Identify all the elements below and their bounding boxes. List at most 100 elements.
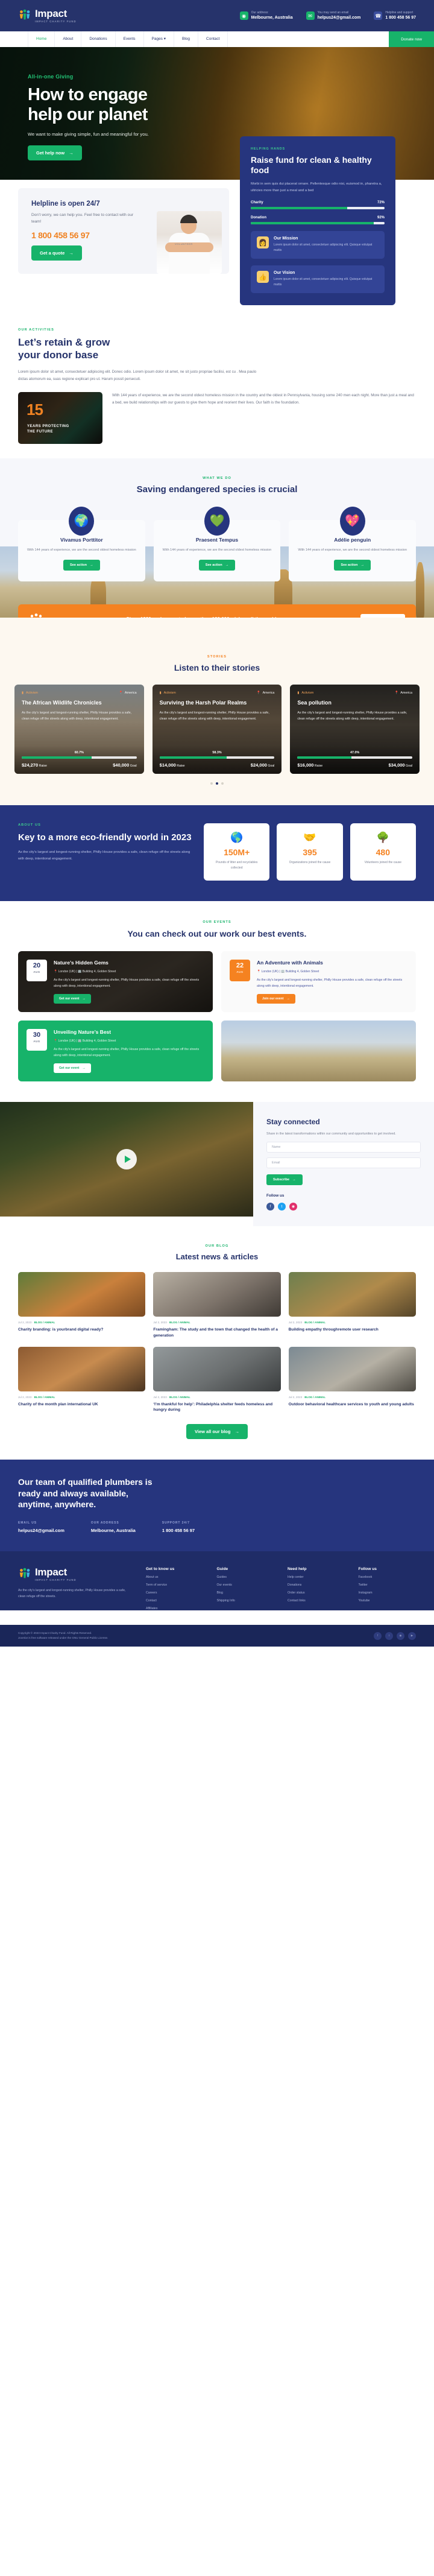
get-a-quote-button[interactable]: Get a quote → [31,245,82,261]
story-card[interactable]: ▮ Activism 📍 America Sea pollution As the … [290,684,420,774]
cta-email[interactable]: EMAIL US helpus24@gmail.com [18,1521,64,1533]
footer-link[interactable]: Affiliates [146,1607,204,1610]
footer-link[interactable]: Twitter [359,1583,417,1587]
hero-cta-label: Get help now [36,150,65,156]
wwd-card[interactable]: 💚 Praesent Tempus With 144 years of expe… [153,506,281,581]
see-action-button[interactable]: See action → [63,559,100,571]
nav-item-contact[interactable]: Contact [198,31,228,47]
event-card[interactable]: 22 AUG An Adventure with Animals 📍 Londo… [221,951,416,1013]
footer-link[interactable]: Youtube [359,1599,417,1603]
what-we-do-section: WHAT WE DO Saving endangered species is … [0,458,434,618]
hero-cta-button[interactable]: Get help now → [28,145,82,160]
event-photo-card [221,1021,416,1081]
event-meta: 📍 London (UK) | 🏢 Building 4, Golden Str… [257,969,319,973]
footer-logo[interactable]: Impact IMPACT CHARITY FUND [18,1567,133,1581]
news-card[interactable]: Jul 2, 2023 · BLOG / ANIMAL Framingham: … [153,1272,281,1338]
wwd-card[interactable]: 💖 Adélie penguin With 144 years of exper… [289,506,417,581]
news-thumbnail [153,1346,281,1391]
footer-link[interactable]: Guides [217,1575,275,1579]
view-all-blog-button[interactable]: View all our blog → [186,1423,248,1439]
twitter-icon[interactable]: t [278,1203,286,1211]
wwd-card[interactable]: 🌍 Vivamus Porttitor With 144 years of ex… [18,506,145,581]
stories-section: STORIES Listen to their stories ▮ Activis… [0,617,434,805]
footer-link[interactable]: Facebook [359,1575,417,1579]
top-info-email[interactable]: ✉ You may send an email helpus24@gmail.c… [306,11,360,21]
footer-link[interactable]: Contact links [288,1599,345,1603]
twitter-icon[interactable]: t [385,1631,393,1640]
arrow-right-icon: → [69,250,74,256]
footer-link[interactable]: Our events [217,1583,275,1587]
raise-fund-panel: HELPING HANDS Raise fund for clean & hea… [240,136,395,306]
instagram-icon[interactable]: ◉ [289,1203,297,1211]
carousel-dot-active[interactable] [216,782,218,785]
story-goal-label: Goal [130,764,137,768]
footer-link[interactable]: About us [146,1575,204,1579]
top-info-address[interactable]: ◉ Our address: Melbourne, Australia [239,11,293,21]
stat-card: 🌎 150M+ Pounds of litter and recyclables… [204,823,270,881]
footer-link[interactable]: Instagram [359,1591,417,1595]
footer-link[interactable]: Order status [288,1591,345,1595]
nav-item-home[interactable]: Home [28,31,55,47]
years-caption: YEARS PROTECTING THE FUTURE [27,424,69,435]
donate-today-button[interactable]: Donate today → [360,613,405,618]
story-card[interactable]: ▮ Activism 📍 America The African Wildlife … [14,684,144,774]
see-action-button[interactable]: See action → [198,559,236,571]
instagram-icon[interactable]: ◉ [397,1631,404,1640]
footer-link[interactable]: Contact [146,1599,204,1603]
news-card[interactable]: Jul 2, 2023 · BLOG / ANIMAL Building emp… [288,1272,416,1338]
event-button[interactable]: Get our event → [54,994,91,1004]
brand-logo[interactable]: Impact IMPACT CHARITY FUND [18,8,77,23]
facebook-icon[interactable]: f [374,1631,382,1640]
carousel-dots[interactable] [0,782,434,785]
cta-support[interactable]: SUPPORT 24/7 1 800 458 56 97 [162,1521,195,1533]
subscribe-label: Subscribe [273,1178,290,1182]
nav-item-donations[interactable]: Donations [81,31,116,47]
footer-link[interactable]: Shipping Info [217,1599,275,1603]
play-button-icon[interactable] [116,1148,137,1169]
donate-now-button[interactable]: Donate now [389,31,434,47]
footer-link[interactable]: Term of service [146,1583,204,1587]
footer-link[interactable]: Donations [288,1583,345,1587]
news-card[interactable]: Jul 2, 2023 · BLOG / ANIMAL Outdoor beha… [288,1346,416,1413]
footer-link[interactable]: Help center [288,1575,345,1579]
news-headline: Charity of the month plan international … [18,1402,98,1407]
news-section: OUR BLOG Latest news & articles Jul 2, 2… [0,1226,434,1460]
nav-item-events[interactable]: Events [116,31,144,47]
event-button[interactable]: Join our event → [257,994,295,1004]
footer-link[interactable]: Blog [217,1591,275,1595]
bookmark-icon: ▮ [22,691,24,695]
event-card[interactable]: 30 AUG Unveiling Nature’s Best 📍 London … [18,1021,213,1081]
footer-link[interactable]: Careers [146,1591,204,1595]
news-card[interactable]: Jul 2, 2023 · BLOG / ANIMAL Charity of t… [18,1346,146,1413]
name-input[interactable]: Name [266,1142,421,1153]
stories-eyebrow: STORIES [207,654,227,659]
news-card[interactable]: Jul 2, 2023 · BLOG / ANIMAL ‘I’m thankfu… [153,1346,281,1413]
stat-card: 🌳 480 Volunteers joined the cause [350,823,416,881]
events-section: OUR EVENTS You can check out our work ou… [0,901,434,1102]
footer-brand-tagline: IMPACT CHARITY FUND [35,1578,77,1582]
nav-item-about[interactable]: About [55,31,82,47]
story-progress-bar [159,756,275,759]
event-button[interactable]: Get our event → [54,1063,91,1073]
see-action-button[interactable]: See action → [334,559,371,571]
news-card[interactable]: Jul 2, 2023 · BLOG / ANIMAL Charity bran… [18,1272,146,1338]
facebook-icon[interactable]: f [266,1203,274,1211]
event-button-label: Get our event [59,1066,80,1070]
event-card[interactable]: 20 AUG Nature’s Hidden Gems 📍 London (UK… [18,951,213,1013]
mission-title: Our Mission [274,236,298,241]
story-card[interactable]: ▮ Activism 📍 America Surviving the Harsh P… [152,684,282,774]
top-info-phone[interactable]: ☎ Helpline and support 1 800 458 56 97 [374,11,416,21]
youtube-icon[interactable]: ▶ [408,1631,416,1640]
subscribe-button[interactable]: Subscribe → [266,1174,303,1186]
tiger-video-thumbnail[interactable] [0,1101,253,1217]
helpline-title: Helpline is open 24/7 [31,200,100,207]
event-day: 20 [33,962,41,970]
email-input[interactable]: Email [266,1157,421,1169]
nav-item-pages[interactable]: Pages ▾ [144,31,175,47]
event-desc: As the city’s largest and longest-runnin… [257,978,403,988]
carousel-dot[interactable] [221,782,224,785]
activities-title-line1: Let’s retain & grow [18,337,110,349]
carousel-dot[interactable] [210,782,213,785]
wwd-card-desc: With 144 years of experience, we are the… [27,548,136,552]
nav-item-blog[interactable]: Blog [174,31,199,47]
